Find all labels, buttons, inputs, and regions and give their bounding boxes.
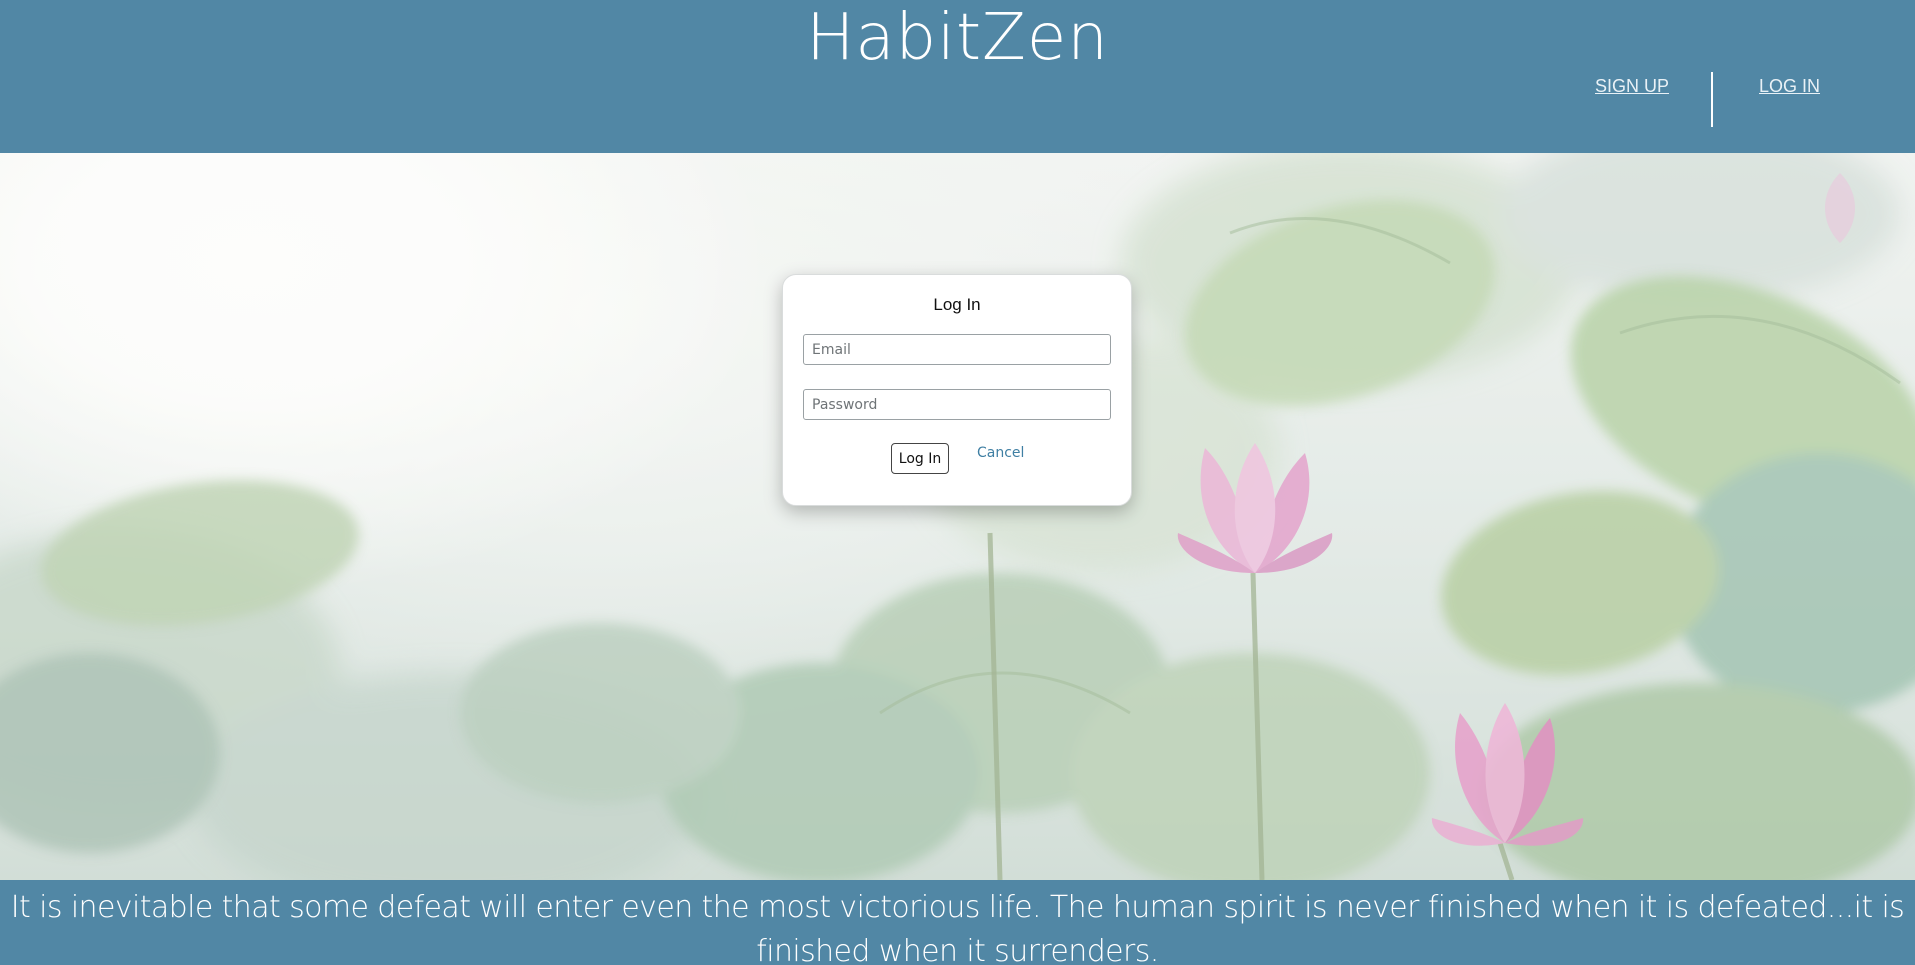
log-in-button[interactable]: Log In — [891, 443, 949, 474]
password-field[interactable] — [803, 389, 1111, 420]
quote-footer: It is inevitable that some defeat will e… — [0, 880, 1915, 965]
lotus-pond-illustration — [0, 153, 1915, 880]
email-field[interactable] — [803, 334, 1111, 365]
cancel-button[interactable]: Cancel — [977, 445, 1024, 461]
nav-divider — [1711, 72, 1713, 127]
login-title: Log In — [933, 295, 981, 314]
sign-up-link[interactable]: SIGN UP — [1595, 76, 1669, 97]
background-lotus-scene — [0, 153, 1915, 880]
login-dialog: Log In Log In Cancel — [782, 274, 1132, 506]
site-header: HabitZen SIGN UP LOG IN — [0, 0, 1915, 153]
log-in-link[interactable]: LOG IN — [1759, 76, 1820, 97]
brand-logo[interactable]: HabitZen — [0, 2, 1915, 74]
inspirational-quote: It is inevitable that some defeat will e… — [10, 890, 1905, 965]
